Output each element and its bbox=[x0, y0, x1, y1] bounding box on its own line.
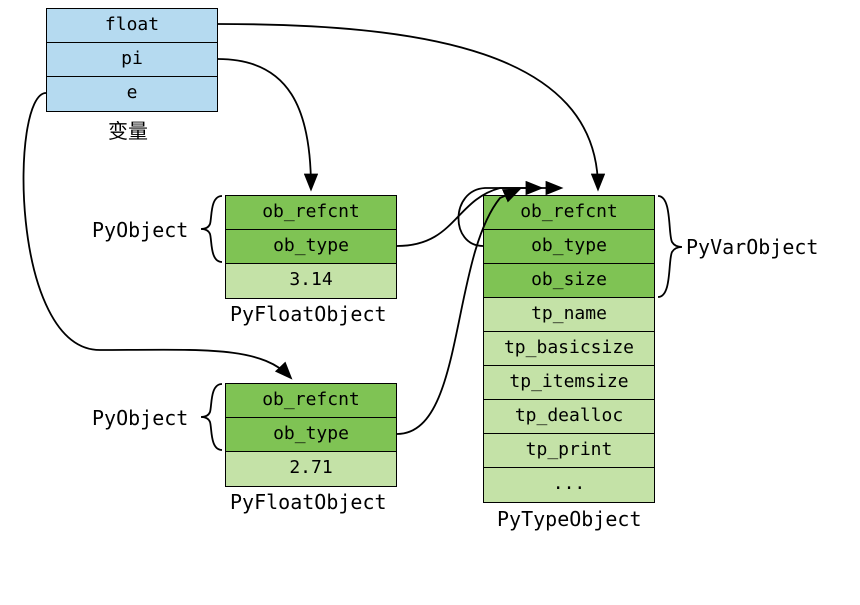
field-cell: ob_type bbox=[226, 418, 396, 452]
field-cell: ob_type bbox=[484, 230, 654, 264]
brace-pyobject-1 bbox=[201, 196, 222, 262]
pyobject-brace-1-label: PyObject bbox=[92, 218, 188, 242]
field-cell: 3.14 bbox=[226, 264, 396, 298]
field-cell: tp_dealloc bbox=[484, 400, 654, 434]
field-cell: ob_refcnt bbox=[226, 384, 396, 418]
brace-pyobject-2 bbox=[201, 384, 222, 450]
field-cell: tp_print bbox=[484, 434, 654, 468]
variables-box: float pi e bbox=[46, 8, 218, 112]
brace-pyvarobject bbox=[658, 196, 682, 297]
pyfloat-1-caption: PyFloatObject bbox=[230, 302, 387, 326]
field-cell: ob_refcnt bbox=[226, 196, 396, 230]
field-cell: ob_size bbox=[484, 264, 654, 298]
var-cell: pi bbox=[47, 43, 217, 77]
arrow-float-to-type bbox=[218, 24, 598, 188]
pytypeobject-box: ob_refcnt ob_type ob_size tp_name tp_bas… bbox=[483, 195, 655, 503]
field-cell: ob_type bbox=[226, 230, 396, 264]
field-cell: tp_name bbox=[484, 298, 654, 332]
field-cell: tp_itemsize bbox=[484, 366, 654, 400]
pyobject-brace-2-label: PyObject bbox=[92, 406, 188, 430]
var-cell: float bbox=[47, 9, 217, 43]
var-cell: e bbox=[47, 77, 217, 111]
arrow-pi-to-float1 bbox=[218, 59, 311, 188]
pyvarobject-brace-label: PyVarObject bbox=[686, 235, 818, 259]
field-cell: ... bbox=[484, 468, 654, 502]
pytypeobject-caption: PyTypeObject bbox=[497, 507, 642, 531]
pyfloat-2-caption: PyFloatObject bbox=[230, 490, 387, 514]
field-cell: ob_refcnt bbox=[484, 196, 654, 230]
pyfloat-1-box: ob_refcnt ob_type 3.14 bbox=[225, 195, 397, 299]
variables-caption: 变量 bbox=[108, 115, 148, 144]
field-cell: tp_basicsize bbox=[484, 332, 654, 366]
field-cell: 2.71 bbox=[226, 452, 396, 486]
pyfloat-2-box: ob_refcnt ob_type 2.71 bbox=[225, 383, 397, 487]
